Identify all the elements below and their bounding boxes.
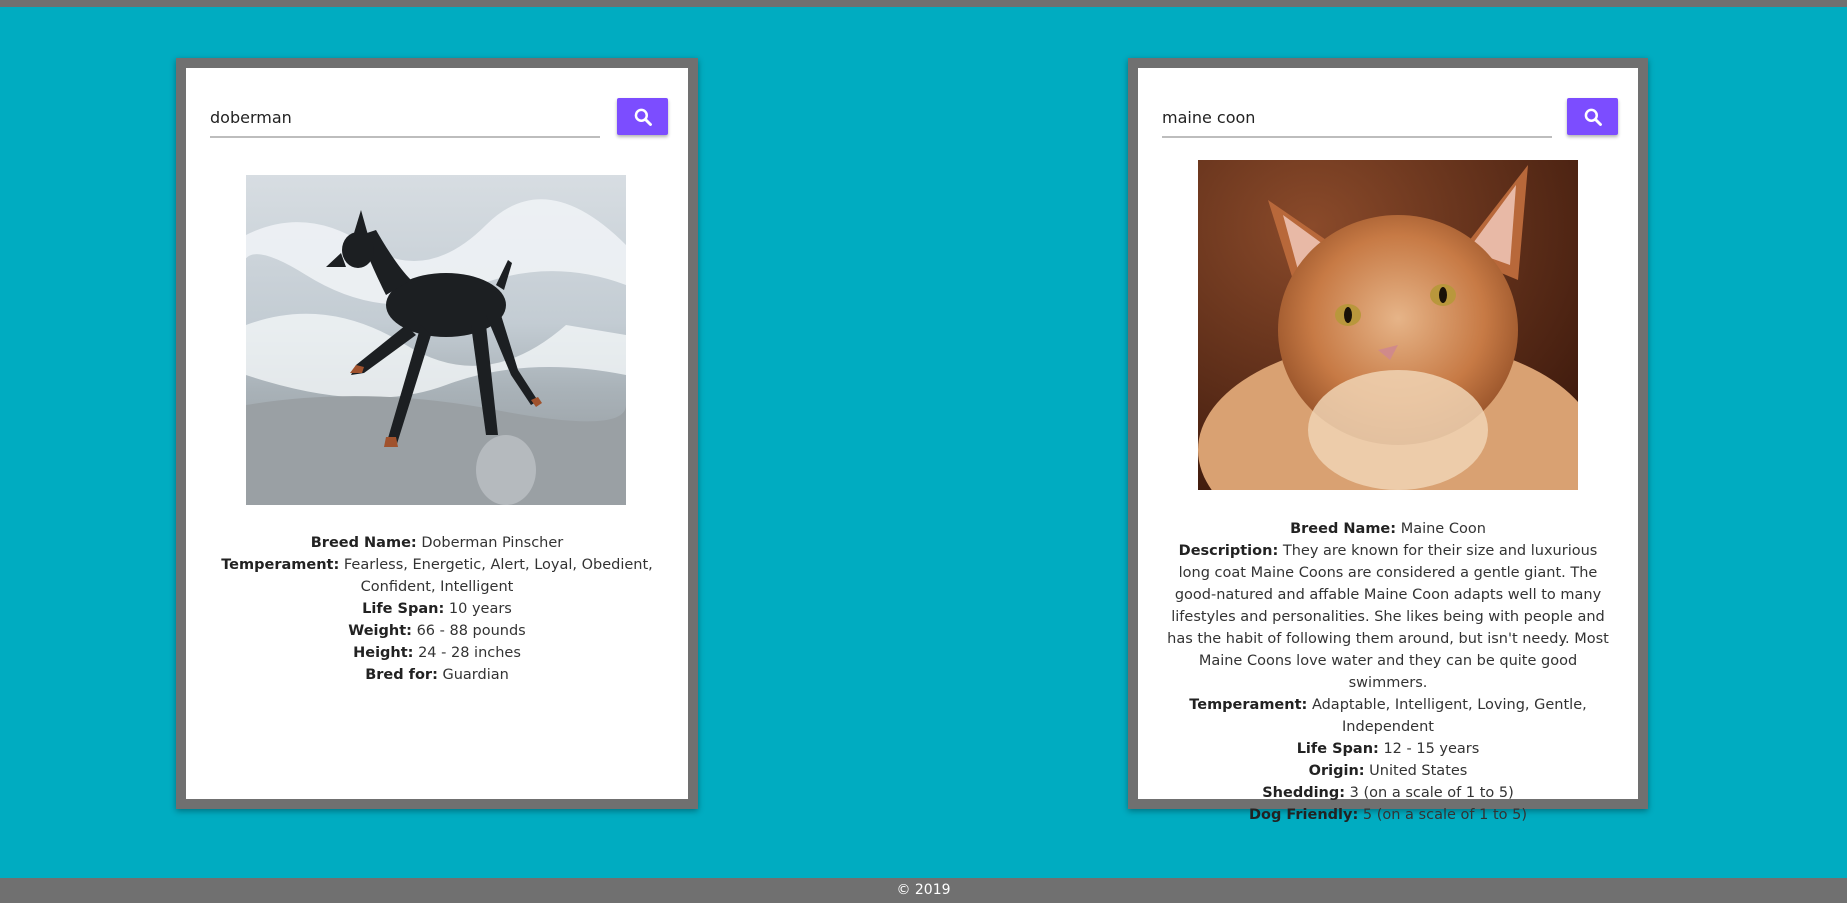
- dog-search-input[interactable]: [210, 98, 600, 138]
- cat-search-input[interactable]: [1162, 98, 1552, 138]
- top-bar: [0, 0, 1847, 7]
- search-icon: [634, 108, 652, 126]
- info-row-dog-friendly: Dog Friendly: 5 (on a scale of 1 to 5): [1249, 807, 1527, 823]
- footer: © 2019: [0, 878, 1847, 903]
- cat-breed-card: Breed Name: Maine Coon Description: They…: [1128, 58, 1648, 823]
- dog-breed-info: Breed Name: Doberman Pinscher Temperamen…: [210, 532, 664, 686]
- cat-breed-info: Breed Name: Maine Coon Description: They…: [1162, 518, 1614, 826]
- info-row-life-span: Life Span: 10 years: [362, 601, 512, 617]
- cat-search-button[interactable]: [1567, 98, 1618, 135]
- info-row-temperament: Temperament: Adaptable, Intelligent, Lov…: [1189, 697, 1587, 735]
- cat-search-bar: [1162, 98, 1618, 138]
- info-row-breed-name: Breed Name: Maine Coon: [1290, 521, 1486, 537]
- info-row-shedding: Shedding: 3 (on a scale of 1 to 5): [1262, 785, 1514, 801]
- info-row-origin: Origin: United States: [1308, 763, 1468, 779]
- maine-coon-photo: [1198, 160, 1578, 490]
- info-row-description: Description: They are known for their si…: [1167, 543, 1609, 691]
- dog-breed-card: Breed Name: Doberman Pinscher Temperamen…: [176, 58, 698, 809]
- dog-search-button[interactable]: [617, 98, 668, 135]
- info-row-temperament: Temperament: Fearless, Energetic, Alert,…: [221, 557, 653, 595]
- doberman-photo: [246, 175, 626, 505]
- info-row-height: Height: 24 - 28 inches: [353, 645, 521, 661]
- search-icon: [1584, 108, 1602, 126]
- info-row-weight: Weight: 66 - 88 pounds: [348, 623, 526, 639]
- info-row-life-span: Life Span: 12 - 15 years: [1296, 741, 1480, 757]
- dog-search-bar: [210, 98, 668, 138]
- info-row-breed-name: Breed Name: Doberman Pinscher: [310, 535, 564, 551]
- copyright-text: © 2019: [896, 882, 951, 898]
- info-row-bred-for: Bred for: Guardian: [365, 667, 509, 683]
